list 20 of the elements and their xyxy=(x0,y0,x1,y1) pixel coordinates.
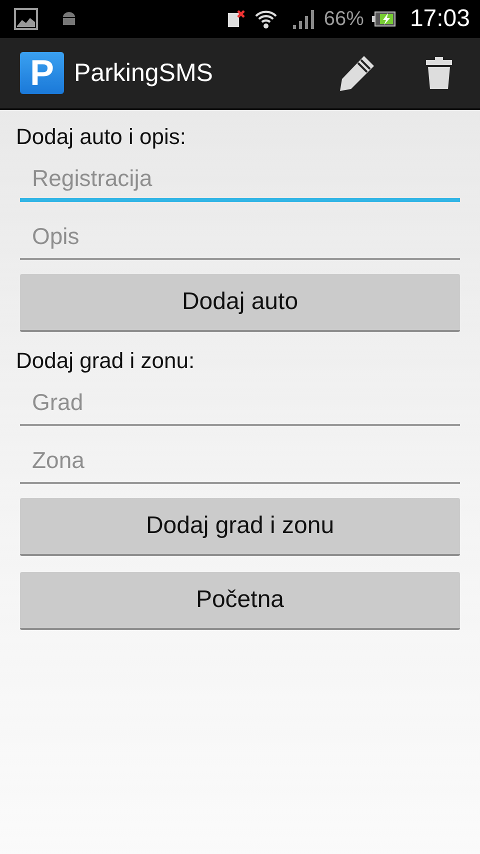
add-button[interactable]: Dodaj grad i zonu xyxy=(20,498,460,556)
input-field[interactable]: Registracija xyxy=(20,156,460,202)
pencil-icon xyxy=(337,53,377,93)
home-button[interactable]: Početna xyxy=(20,572,460,630)
app-title: ParkingSMS xyxy=(74,58,213,88)
section-heading: Dodaj auto i opis: xyxy=(16,123,187,151)
battery-charging-icon xyxy=(372,11,396,27)
clock-time: 17:03 xyxy=(410,5,470,33)
wifi-icon xyxy=(254,8,278,30)
app-logo: P xyxy=(20,52,64,94)
signal-icon xyxy=(292,9,316,29)
sim-error-icon xyxy=(226,9,246,29)
picture-icon xyxy=(14,8,38,30)
input-field[interactable]: Grad xyxy=(20,380,460,426)
trash-icon xyxy=(425,56,453,90)
input-field[interactable]: Zona xyxy=(20,438,460,484)
battery-percentage: 66% xyxy=(324,8,364,30)
input-field[interactable]: Opis xyxy=(20,214,460,260)
section-heading: Dodaj grad i zonu: xyxy=(16,347,196,375)
add-button[interactable]: Dodaj auto xyxy=(20,274,460,332)
